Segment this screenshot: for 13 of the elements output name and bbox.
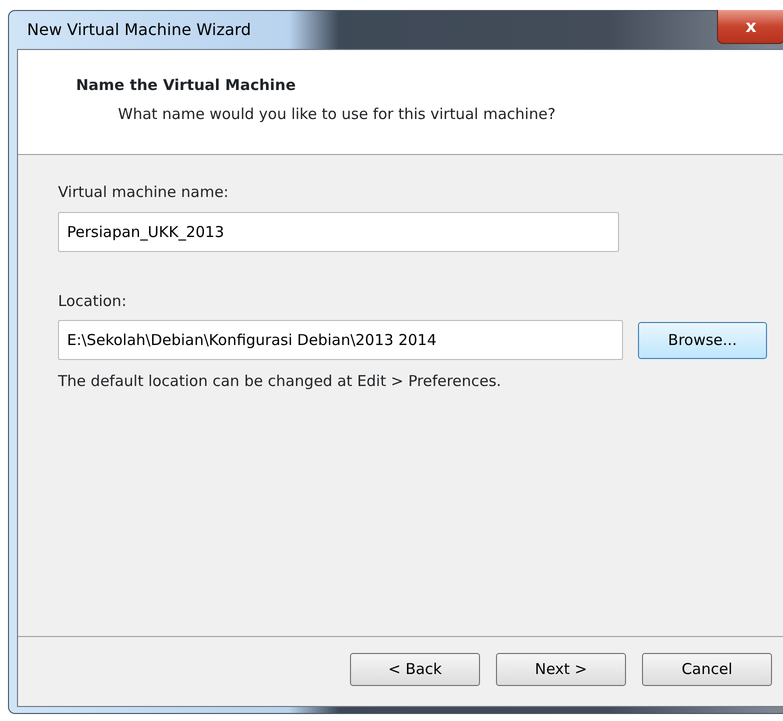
- next-button[interactable]: Next >: [496, 653, 626, 686]
- hint-text: The default location can be changed at Edit > Preferences.: [58, 371, 502, 392]
- close-button[interactable]: x: [717, 10, 783, 44]
- window-title: New Virtual Machine Wizard: [26, 19, 251, 41]
- cancel-button[interactable]: Cancel: [642, 653, 772, 686]
- field-label: Location:: [58, 290, 128, 312]
- browse-button[interactable]: Browse...: [638, 322, 767, 358]
- page-subtitle: What name would you like to use for this virtual machine?: [117, 104, 557, 124]
- name-field[interactable]: Persiapan_UKK_2013: [58, 212, 619, 252]
- field-label: Virtual machine name:: [58, 182, 230, 203]
- back-button[interactable]: < Back: [350, 653, 480, 686]
- location-field[interactable]: E:\Sekolah\Debian\Konfigurasi Debian\2013 2014: [58, 320, 623, 360]
- page-heading: Name the Virtual Machine: [76, 75, 297, 96]
